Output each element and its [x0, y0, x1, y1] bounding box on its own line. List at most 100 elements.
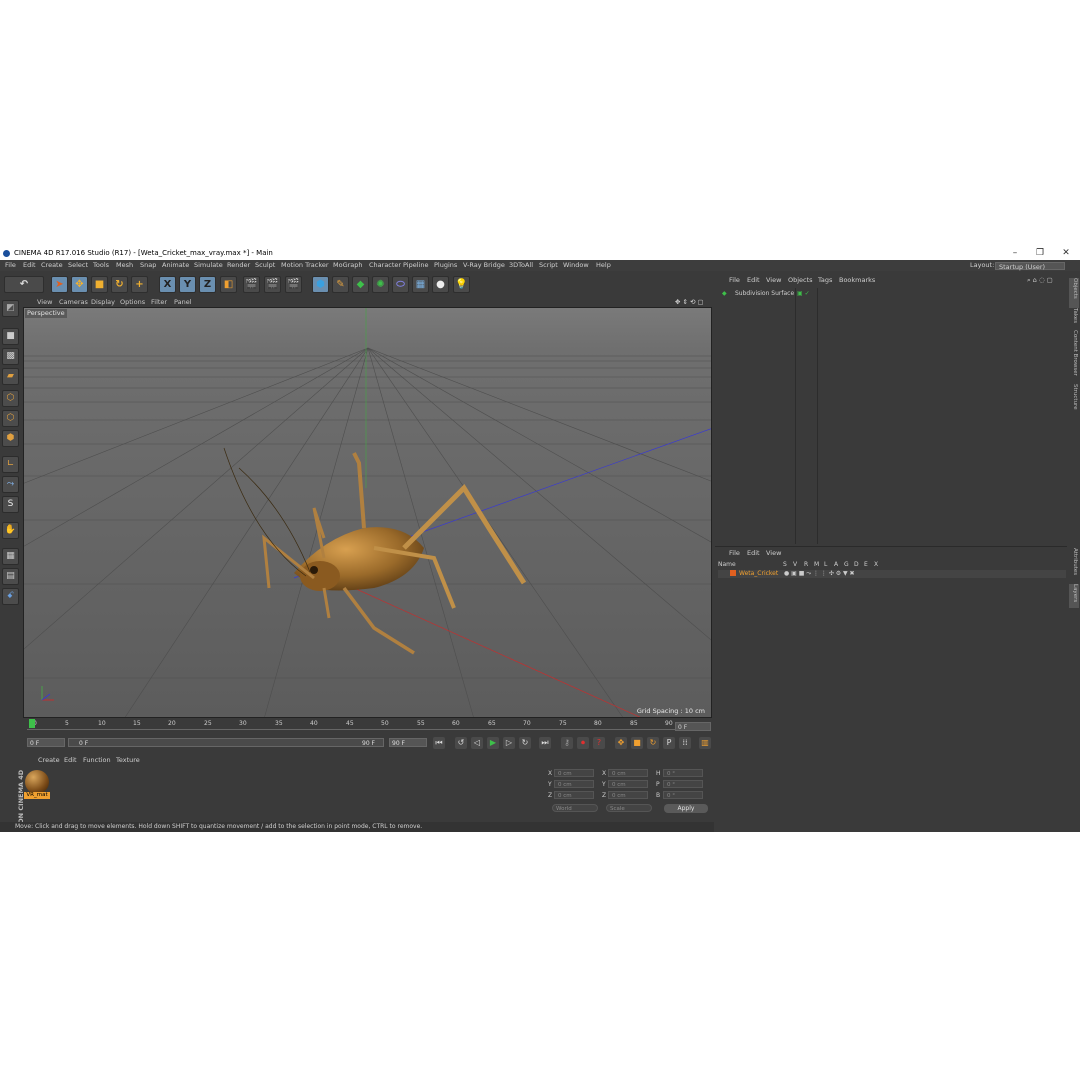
vp-menu-panel[interactable]: Panel	[174, 297, 192, 307]
scale-tool-button[interactable]: ■	[91, 276, 108, 293]
layer-color-swatch[interactable]	[730, 570, 736, 576]
visibility-check-icon[interactable]: ▣ ✓	[797, 290, 810, 298]
go-to-end-button[interactable]: ⏭	[539, 737, 551, 749]
pos-z-field[interactable]: 0 cm	[554, 791, 594, 799]
tab-attributes[interactable]: Attributes	[1069, 548, 1079, 582]
previous-frame-button[interactable]: ◁	[471, 737, 483, 749]
z-axis-button[interactable]: Z	[199, 276, 216, 293]
vp-menu-display[interactable]: Display	[91, 297, 115, 307]
obj-menu-objects[interactable]: Objects	[788, 276, 813, 284]
rot-b-field[interactable]: 0 °	[663, 791, 703, 799]
key-scale-button[interactable]: ■	[631, 737, 643, 749]
coordinate-system-button[interactable]: ◧	[220, 276, 237, 293]
tab-structure[interactable]: Structure	[1069, 384, 1079, 418]
pen-spline-button[interactable]: ✎	[332, 276, 349, 293]
menu-simulate[interactable]: Simulate	[194, 260, 223, 271]
timeline-ruler[interactable]: 0 5 10 15 20 25 30 35 40 45 50 55 60 65 …	[23, 719, 713, 735]
go-to-start-button[interactable]: ⏮	[433, 737, 445, 749]
sculpt-button[interactable]: ✋	[2, 522, 19, 539]
object-row-subdivision[interactable]: ◆ Subdivision Surface ▣ ✓	[719, 290, 1059, 298]
autokey-button[interactable]: ⏺	[577, 737, 589, 749]
vp-menu-filter[interactable]: Filter	[151, 297, 167, 307]
menu-pipeline[interactable]: Pipeline	[403, 260, 428, 271]
size-z-field[interactable]: 0 cm	[608, 791, 648, 799]
max-frame-field[interactable]: 90 F	[389, 738, 427, 747]
key-pla-button[interactable]: ⁞⁞	[679, 737, 691, 749]
render-picture-viewer-button[interactable]: 🎬	[264, 276, 281, 293]
menu-snap[interactable]: Snap	[140, 260, 156, 271]
floor-button[interactable]: ▦	[412, 276, 429, 293]
menu-file[interactable]: File	[5, 260, 16, 271]
menu-sculpt[interactable]: Sculpt	[255, 260, 275, 271]
layer-row-weta-cricket[interactable]: Weta_Cricket ● ▣ ■ ⤳ ⋮ ⋮ ✣ ⚙ ▼ ✖	[718, 570, 1066, 578]
mat-menu-create[interactable]: Create	[38, 756, 60, 764]
key-position-button[interactable]: ✥	[615, 737, 627, 749]
mat-menu-function[interactable]: Function	[83, 756, 111, 764]
select-tool-button[interactable]: ➤	[51, 276, 68, 293]
maximize-button[interactable]: ❐	[1030, 246, 1050, 260]
search-icon[interactable]: ⌕ ⌂ ◌ ▢	[1027, 276, 1053, 285]
next-key-button[interactable]: ↻	[519, 737, 531, 749]
mat-menu-texture[interactable]: Texture	[116, 756, 140, 764]
points-mode-button[interactable]: ⬡	[2, 390, 19, 407]
col-s[interactable]: S	[783, 561, 787, 568]
make-editable-button[interactable]: ◩	[2, 300, 19, 317]
undo-button[interactable]: ↶	[4, 276, 44, 293]
obj-menu-edit[interactable]: Edit	[747, 276, 760, 284]
menu-animate[interactable]: Animate	[162, 260, 189, 271]
close-button[interactable]: ✕	[1056, 246, 1076, 260]
playhead[interactable]	[29, 719, 35, 728]
col-m[interactable]: M	[814, 561, 819, 568]
minimize-button[interactable]: –	[1005, 246, 1025, 260]
material-name[interactable]: VR_mat	[24, 792, 50, 799]
next-frame-button[interactable]: ▷	[503, 737, 515, 749]
subdivision-button[interactable]: ◆	[352, 276, 369, 293]
tab-layers[interactable]: Layers	[1069, 584, 1079, 608]
menu-vray-bridge[interactable]: V-Ray Bridge	[463, 260, 505, 271]
menu-motion-tracker[interactable]: Motion Tracker	[281, 260, 329, 271]
menu-create[interactable]: Create	[41, 260, 63, 271]
menu-character[interactable]: Character	[369, 260, 401, 271]
perspective-viewport[interactable]: Perspective Grid Spacing : 10 cm	[23, 307, 712, 718]
key-rotation-button[interactable]: ↻	[647, 737, 659, 749]
material-preview-swatch[interactable]	[25, 770, 49, 794]
obj-menu-tags[interactable]: Tags	[818, 276, 832, 284]
vp-menu-options[interactable]: Options	[120, 297, 145, 307]
previous-key-button[interactable]: ↺	[455, 737, 467, 749]
col-d[interactable]: D	[854, 561, 859, 568]
menu-tools[interactable]: Tools	[93, 260, 109, 271]
model-mode-button[interactable]: ■	[2, 328, 19, 345]
workplane-button[interactable]: ▰	[2, 368, 19, 385]
vp-menu-cameras[interactable]: Cameras	[59, 297, 88, 307]
tab-takes[interactable]: Takes	[1069, 308, 1079, 330]
menu-script[interactable]: Script	[539, 260, 558, 271]
texture-mode-button[interactable]: ▩	[2, 348, 19, 365]
menu-window[interactable]: Window	[563, 260, 589, 271]
x-axis-button[interactable]: X	[159, 276, 176, 293]
axis-mode-button[interactable]: ∟	[2, 456, 19, 473]
vp-menu-view[interactable]: View	[37, 297, 52, 307]
size-mode-select[interactable]: Scale	[606, 804, 652, 812]
current-frame-field[interactable]: 0 F	[27, 738, 65, 747]
tweak-mode-button[interactable]: ⤳	[2, 476, 19, 493]
pos-y-field[interactable]: 0 cm	[554, 780, 594, 788]
mat-menu-edit[interactable]: Edit	[64, 756, 77, 764]
menu-mograph[interactable]: MoGraph	[333, 260, 363, 271]
menu-3dtoall[interactable]: 3DToAll	[509, 260, 533, 271]
menu-edit[interactable]: Edit	[23, 260, 36, 271]
timeline-end-field[interactable]: 0 F	[675, 722, 711, 731]
menu-select[interactable]: Select	[68, 260, 88, 271]
col-l[interactable]: L	[824, 561, 827, 568]
light-button[interactable]: 💡	[453, 276, 470, 293]
tab-objects[interactable]: Objects	[1069, 278, 1079, 308]
viewport-camera-label[interactable]: Perspective	[25, 309, 67, 318]
layer-name[interactable]: Weta_Cricket	[739, 570, 778, 578]
size-y-field[interactable]: 0 cm	[608, 780, 648, 788]
rot-h-field[interactable]: 0 °	[663, 769, 703, 777]
obj-menu-file[interactable]: File	[729, 276, 740, 284]
keyframe-selection-button[interactable]: ?	[593, 737, 605, 749]
coordinate-mode-select[interactable]: World	[552, 804, 598, 812]
last-tool-button[interactable]: +	[131, 276, 148, 293]
record-keys-button[interactable]: ⚷	[561, 737, 573, 749]
pos-x-field[interactable]: 0 cm	[554, 769, 594, 777]
